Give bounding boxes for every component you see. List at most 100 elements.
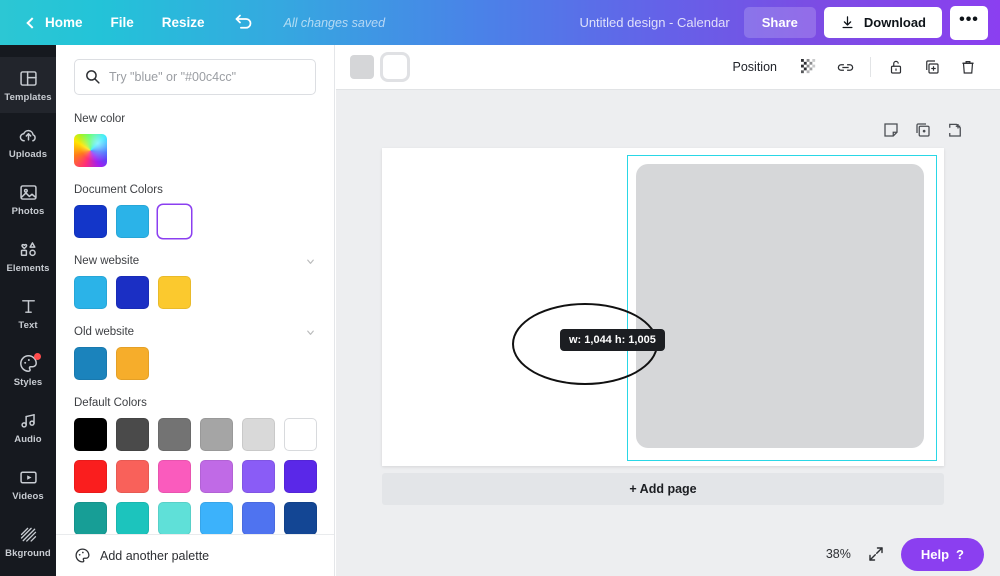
help-label: Help xyxy=(920,546,950,562)
color-swatch[interactable] xyxy=(158,205,191,238)
rail-item-uploads[interactable]: Uploads xyxy=(0,114,56,170)
color-swatch[interactable] xyxy=(116,418,149,451)
photo-icon xyxy=(18,182,39,203)
color-swatch[interactable] xyxy=(158,502,191,534)
object-color-swatch-primary[interactable] xyxy=(350,55,374,79)
resize-button[interactable]: Resize xyxy=(148,0,219,45)
rail-item-templates[interactable]: Templates xyxy=(0,57,56,113)
home-button[interactable]: Home xyxy=(14,0,97,45)
color-panel: New color Document Colors New website Old w… xyxy=(56,45,335,576)
color-panel-scroll[interactable]: New color Document Colors New website Old w… xyxy=(56,45,334,534)
rail-item-label: Uploads xyxy=(8,148,48,160)
color-swatch[interactable] xyxy=(158,418,191,451)
color-swatch[interactable] xyxy=(158,460,191,493)
selected-element-bounds[interactable]: w: 1,044 h: 1,005 xyxy=(512,155,937,461)
link-button[interactable] xyxy=(830,52,860,82)
palette-section-title: New website xyxy=(74,255,316,267)
color-swatch[interactable] xyxy=(116,276,149,309)
color-swatch[interactable] xyxy=(74,205,107,238)
lock-button[interactable] xyxy=(881,52,911,82)
color-swatch[interactable] xyxy=(74,418,107,451)
duplicate-button[interactable] xyxy=(917,52,947,82)
duplicate-icon xyxy=(926,60,939,74)
copy-page-icon[interactable] xyxy=(914,121,932,139)
rail-item-videos[interactable]: Videos xyxy=(0,456,56,512)
help-button[interactable]: Help ? xyxy=(900,537,984,571)
palette-section-title: Old website xyxy=(74,326,316,338)
add-page-button[interactable]: + Add page xyxy=(382,473,944,505)
color-swatch[interactable] xyxy=(74,276,107,309)
color-swatch[interactable] xyxy=(158,276,191,309)
color-swatch[interactable] xyxy=(242,502,275,534)
note-icon[interactable] xyxy=(882,121,900,139)
rail-item-photos[interactable]: Photos xyxy=(0,171,56,227)
color-swatch[interactable] xyxy=(74,347,107,380)
chevron-down-icon[interactable] xyxy=(305,256,316,267)
rail-item-bkground[interactable]: Bkground xyxy=(0,513,56,569)
new-color-picker-swatch[interactable] xyxy=(74,134,107,167)
search-input[interactable] xyxy=(74,59,316,95)
save-status: All changes saved xyxy=(283,15,386,30)
color-swatch[interactable] xyxy=(74,460,107,493)
color-swatch[interactable] xyxy=(242,418,275,451)
rounded-rectangle-shape[interactable] xyxy=(636,164,924,448)
home-label: Home xyxy=(45,15,83,30)
color-swatch[interactable] xyxy=(74,502,107,534)
lock-icon xyxy=(890,60,902,74)
transparency-button[interactable] xyxy=(794,52,824,82)
rail-item-audio[interactable]: Audio xyxy=(0,399,56,455)
add-palette-button[interactable]: Add another palette xyxy=(56,534,334,576)
color-swatch[interactable] xyxy=(116,205,149,238)
add-page-icon[interactable] xyxy=(946,121,964,139)
download-button[interactable]: Download xyxy=(823,7,942,38)
color-swatch[interactable] xyxy=(242,460,275,493)
swatch-row xyxy=(74,418,317,534)
resize-label: Resize xyxy=(161,15,205,30)
rail-item-elements[interactable]: Elements xyxy=(0,228,56,284)
rail-item-label: Videos xyxy=(12,490,44,502)
share-label: Share xyxy=(761,15,798,30)
chevron-down-icon[interactable] xyxy=(305,327,316,338)
file-menu-button[interactable]: File xyxy=(97,0,148,45)
link-icon xyxy=(837,63,853,71)
color-swatch[interactable] xyxy=(284,502,317,534)
undo-button[interactable] xyxy=(219,0,268,45)
download-label: Download xyxy=(863,15,926,30)
share-button[interactable]: Share xyxy=(743,7,816,38)
rail-item-label: Photos xyxy=(11,205,45,217)
design-canvas[interactable]: w: 1,044 h: 1,005 xyxy=(382,148,944,466)
palette-sections: New color Document Colors New website Old w… xyxy=(74,113,317,534)
palette-icon xyxy=(75,548,90,563)
hatch-pattern-icon xyxy=(18,524,39,545)
text-t-icon xyxy=(18,296,39,317)
palette-section-title: New color xyxy=(74,113,126,125)
color-swatch[interactable] xyxy=(116,347,149,380)
swatch-row xyxy=(74,134,316,167)
undo-arrow-icon xyxy=(235,14,251,29)
top-bar-right-group: Untitled design - Calendar Share Downloa… xyxy=(579,0,1000,45)
palette-section: Default Colors xyxy=(74,397,317,534)
rail-item-label: Templates xyxy=(4,91,52,103)
delete-button[interactable] xyxy=(953,52,983,82)
editor-bottom-bar: 38% Help ? xyxy=(336,532,1000,576)
toolbar-divider xyxy=(870,57,871,77)
object-color-swatch-secondary[interactable] xyxy=(383,55,407,79)
color-swatch[interactable] xyxy=(284,418,317,451)
color-swatch[interactable] xyxy=(200,460,233,493)
rail-item-styles[interactable]: Styles xyxy=(0,342,56,398)
expand-arrows-icon[interactable] xyxy=(867,545,885,563)
search-field-wrapper xyxy=(74,59,316,95)
search-icon xyxy=(86,70,100,84)
rail-item-text[interactable]: Text xyxy=(0,285,56,341)
color-swatch[interactable] xyxy=(200,418,233,451)
palette-section: Old website xyxy=(74,326,316,380)
more-options-button[interactable]: ••• xyxy=(950,5,988,40)
editor-area: Position w: 1,044 h: 1,005 + Add page xyxy=(336,45,1000,576)
zoom-level[interactable]: 38% xyxy=(826,547,851,561)
position-button[interactable]: Position xyxy=(719,54,791,80)
color-swatch[interactable] xyxy=(200,502,233,534)
palette-section: New color xyxy=(74,113,316,167)
color-swatch[interactable] xyxy=(116,460,149,493)
color-swatch[interactable] xyxy=(284,460,317,493)
color-swatch[interactable] xyxy=(116,502,149,534)
